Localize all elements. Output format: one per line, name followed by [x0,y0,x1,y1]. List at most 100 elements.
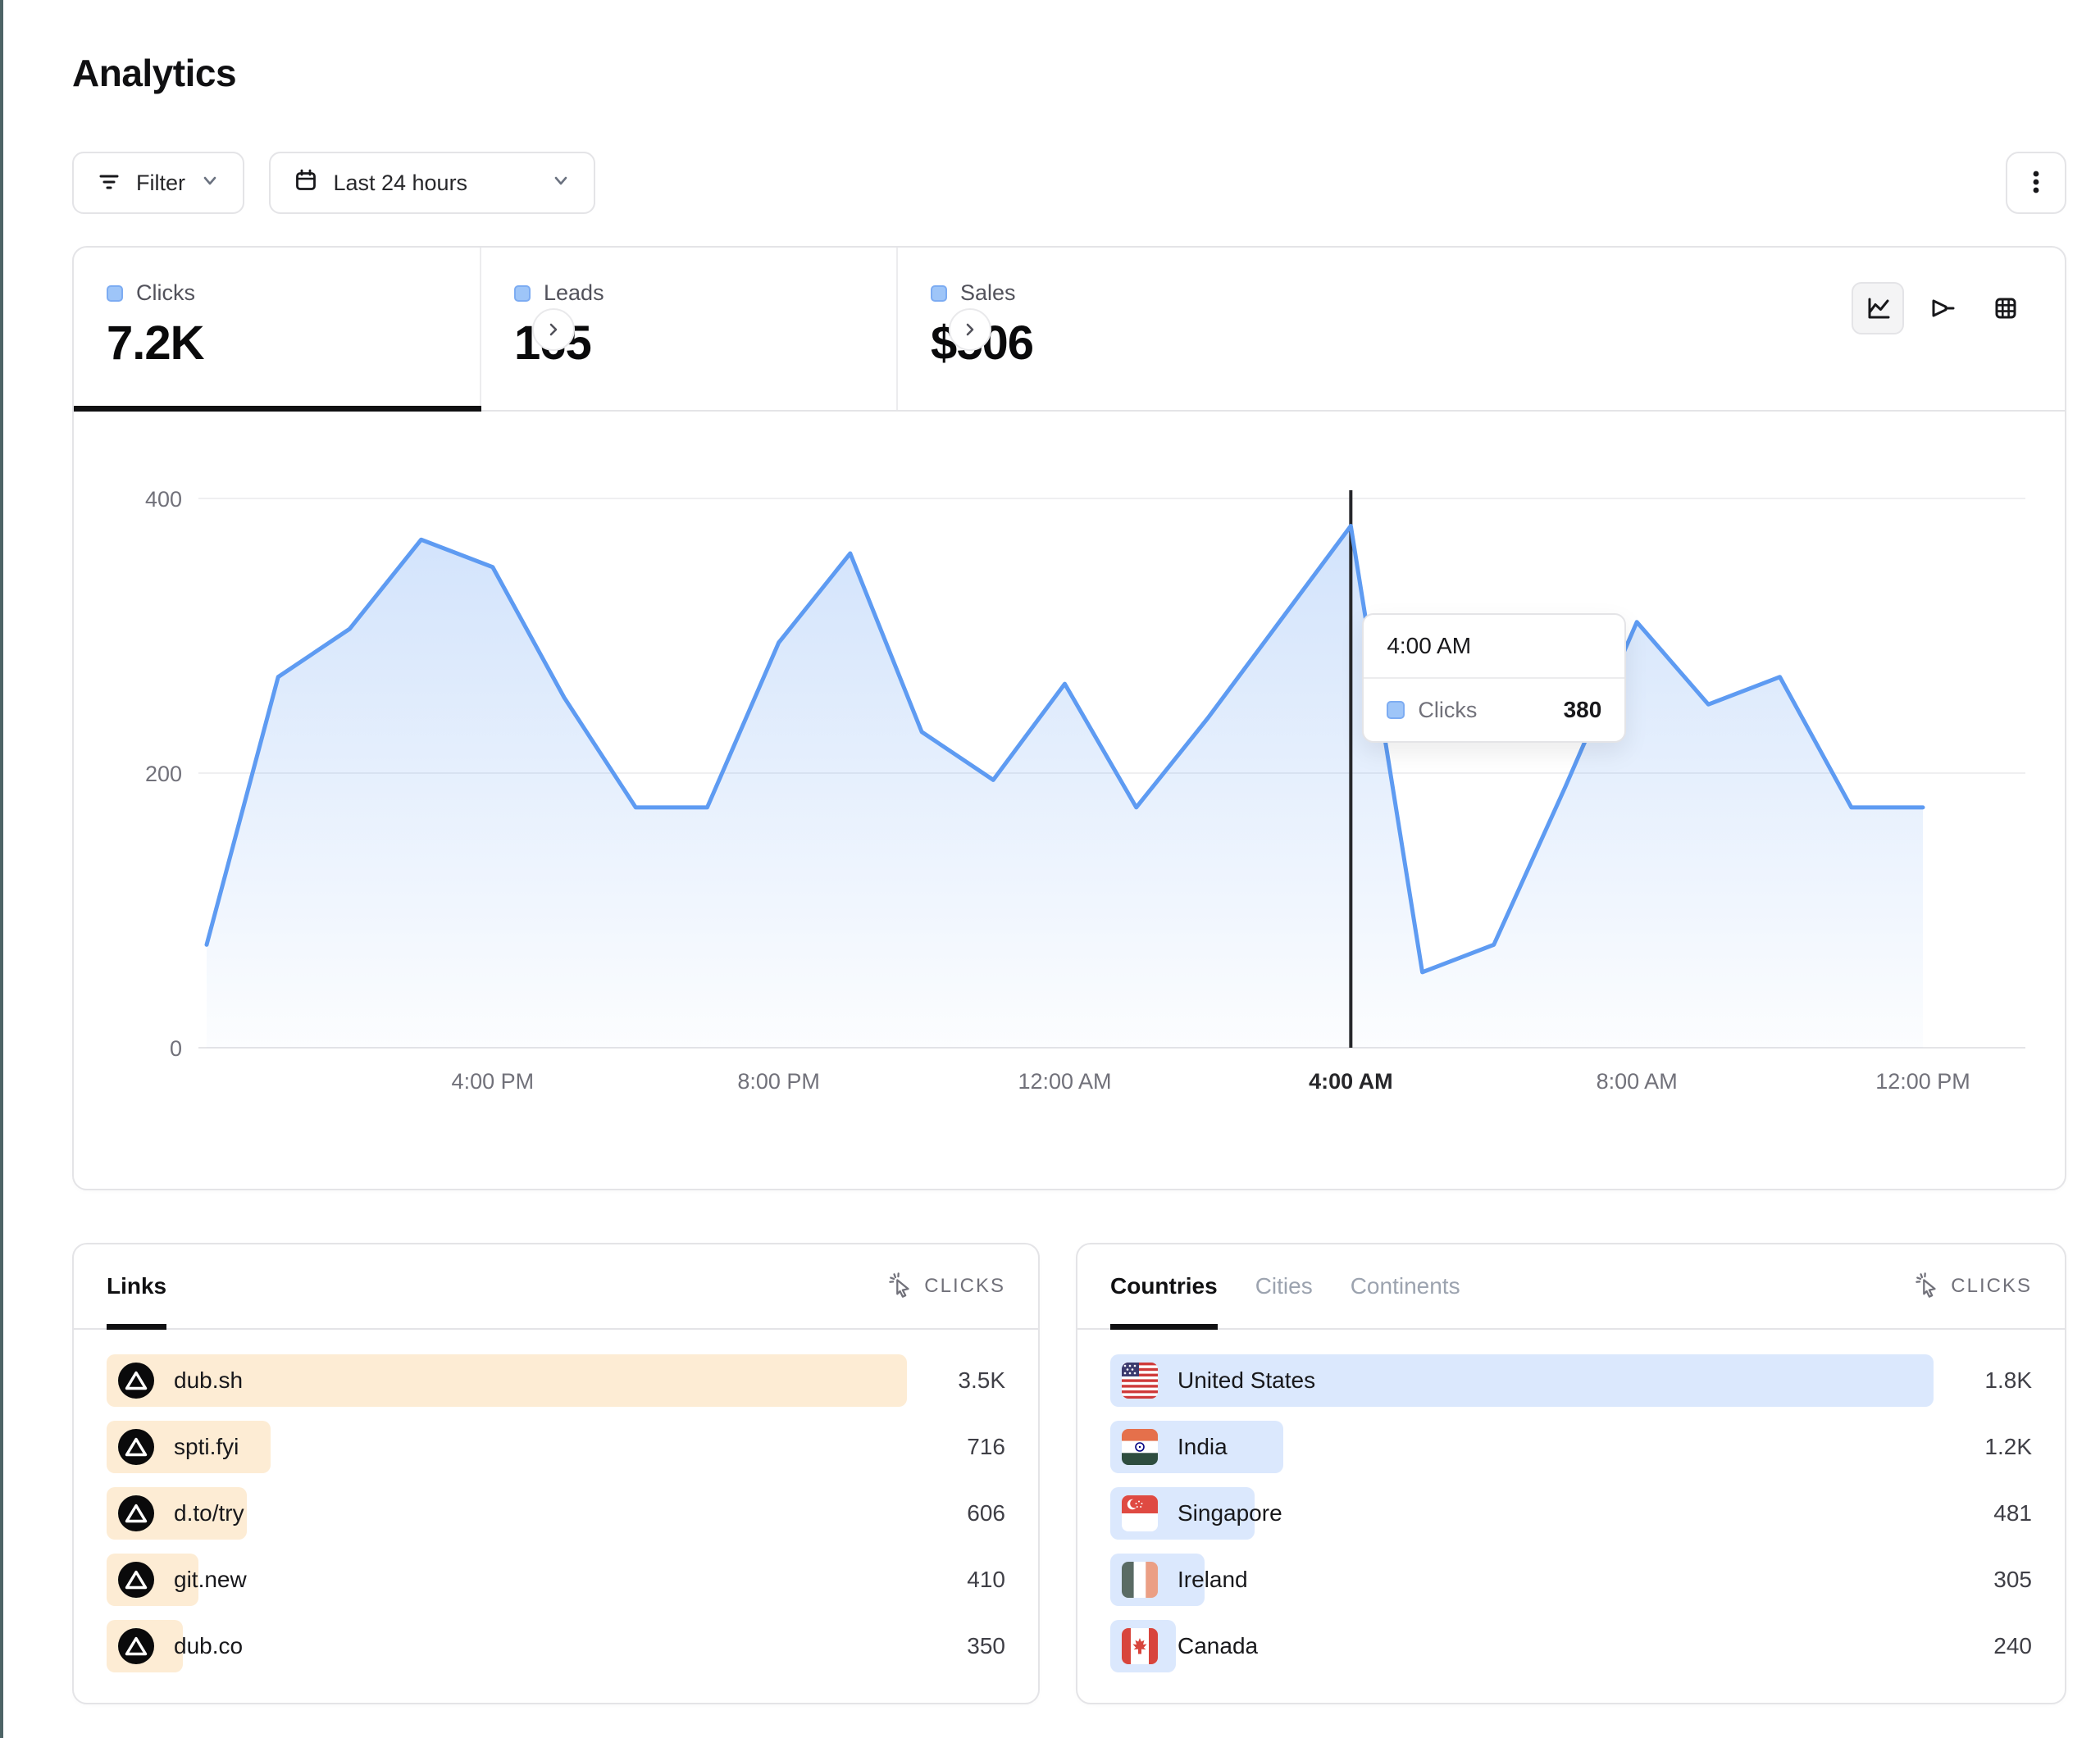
link-clicks-value: 350 [967,1633,1005,1659]
clicks-time-series-chart[interactable]: 40020004:00 PM8:00 PM12:00 AM4:00 AM8:00… [107,457,2032,1113]
country-label: Singapore [1178,1500,1282,1526]
chevron-right-icon [543,319,564,340]
date-range-button[interactable]: Last 24 hours [269,152,595,214]
funnel-chart-icon [1926,293,1957,324]
link-row[interactable]: git.new 410 [107,1554,1005,1606]
tab-countries[interactable]: Countries [1110,1244,1218,1328]
cursor-click-icon [888,1272,914,1302]
analytics-page: Analytics Filter Last 24 hours [0,0,2100,1738]
link-clicks-value: 606 [967,1500,1005,1526]
table-view-button[interactable] [1979,282,2032,334]
countries-metric-label: CLICKS [1951,1275,2032,1298]
filter-button-label: Filter [136,171,185,196]
active-tab-underline [74,406,481,412]
tooltip-legend-swatch [1387,701,1405,719]
singapore-flag-icon [1122,1495,1158,1531]
page-title: Analytics [72,51,236,95]
dub-logo-icon [118,1429,154,1465]
tab-continents[interactable]: Continents [1351,1244,1460,1328]
country-row[interactable]: Ireland 305 [1110,1554,2032,1606]
link-clicks-value: 410 [967,1567,1005,1593]
countries-list: United States 1.8K India 1.2K [1077,1330,2065,1672]
dub-logo-icon [118,1363,154,1399]
date-range-label: Last 24 hours [333,171,467,196]
tab-cities[interactable]: Cities [1255,1244,1313,1328]
chevron-right-icon [959,319,981,340]
line-chart-icon [1862,293,1893,324]
country-row[interactable]: Canada 240 [1110,1620,2032,1672]
chevron-down-icon [198,169,221,198]
window-edge-strip [0,0,3,1738]
country-label: Canada [1178,1633,1258,1659]
svg-text:8:00 AM: 8:00 AM [1597,1069,1678,1094]
calendar-icon [292,166,320,200]
country-label: Ireland [1178,1567,1248,1593]
us-flag-icon [1122,1363,1158,1399]
tooltip-time: 4:00 AM [1364,615,1624,679]
clicks-legend-swatch [107,285,123,302]
link-row[interactable]: d.to/try 606 [107,1487,1005,1540]
filter-button[interactable]: Filter [72,152,244,214]
toolbar: Filter Last 24 hours [72,152,2066,214]
chevron-down-icon [549,169,572,198]
links-metric-selector[interactable]: CLICKS [888,1244,1005,1328]
countries-panel: Countries Cities Continents CLICKS Unite… [1076,1243,2066,1704]
country-row[interactable]: United States 1.8K [1110,1354,2032,1407]
expand-leads-sales-button[interactable] [949,308,991,351]
country-clicks-value: 481 [1993,1500,2032,1526]
links-metric-label: CLICKS [924,1275,1005,1298]
country-clicks-value: 305 [1993,1567,2032,1593]
canada-flag-icon [1122,1628,1158,1664]
line-chart-view-button[interactable] [1852,282,1904,334]
dub-logo-icon [118,1495,154,1531]
country-row[interactable]: India 1.2K [1110,1421,2032,1473]
dub-logo-icon [118,1562,154,1598]
india-flag-icon [1122,1429,1158,1465]
links-panel-header: Links CLICKS [74,1244,1038,1330]
svg-text:400: 400 [145,487,182,512]
chart-view-switcher [1852,282,2032,334]
tooltip-series-label: Clicks [1418,698,1477,723]
dub-logo-icon [118,1628,154,1664]
link-row[interactable]: dub.sh 3.5K [107,1354,1005,1407]
svg-text:4:00 AM: 4:00 AM [1309,1069,1393,1094]
stats-tabs: Clicks 7.2K Leads 165 Sales $506 [74,248,2065,412]
svg-text:0: 0 [170,1036,182,1061]
links-list: dub.sh 3.5K spti.fyi 716 d.to/try 606 [74,1330,1038,1672]
svg-text:12:00 AM: 12:00 AM [1018,1069,1111,1094]
tab-links[interactable]: Links [107,1244,166,1328]
countries-metric-selector[interactable]: CLICKS [1915,1244,2032,1328]
kebab-menu-icon [2022,166,2050,201]
more-options-button[interactable] [2006,152,2066,214]
clicks-tab-label: Clicks [136,280,195,306]
link-label: dub.co [174,1633,243,1659]
country-label: India [1178,1434,1228,1460]
analytics-card: Clicks 7.2K Leads 165 Sales $506 [72,246,2066,1190]
tab-clicks[interactable]: Clicks 7.2K [74,248,481,410]
country-clicks-value: 1.2K [1984,1434,2032,1460]
svg-text:12:00 PM: 12:00 PM [1875,1069,1970,1094]
sales-tab-label: Sales [960,280,1016,306]
svg-text:8:00 PM: 8:00 PM [737,1069,820,1094]
link-label: spti.fyi [174,1434,239,1460]
cursor-click-icon [1915,1272,1941,1302]
table-grid-icon [1990,293,2021,324]
link-label: git.new [174,1567,247,1593]
country-label: United States [1178,1367,1315,1394]
tooltip-value: 380 [1564,697,1602,723]
link-label: dub.sh [174,1367,243,1394]
svg-text:4:00 PM: 4:00 PM [452,1069,535,1094]
link-row[interactable]: dub.co 350 [107,1620,1005,1672]
link-clicks-value: 716 [967,1434,1005,1460]
country-clicks-value: 240 [1993,1633,2032,1659]
leads-tab-label: Leads [544,280,604,306]
link-label: d.to/try [174,1500,244,1526]
filter-lines-icon [95,166,123,200]
area-chart-canvas[interactable]: 40020004:00 PM8:00 PM12:00 AM4:00 AM8:00… [107,457,2035,1113]
expand-clicks-leads-button[interactable] [532,308,575,351]
funnel-chart-view-button[interactable] [1916,282,1968,334]
country-row[interactable]: Singapore 481 [1110,1487,2032,1540]
link-row[interactable]: spti.fyi 716 [107,1421,1005,1473]
ireland-flag-icon [1122,1562,1158,1598]
link-clicks-value: 3.5K [958,1367,1005,1394]
